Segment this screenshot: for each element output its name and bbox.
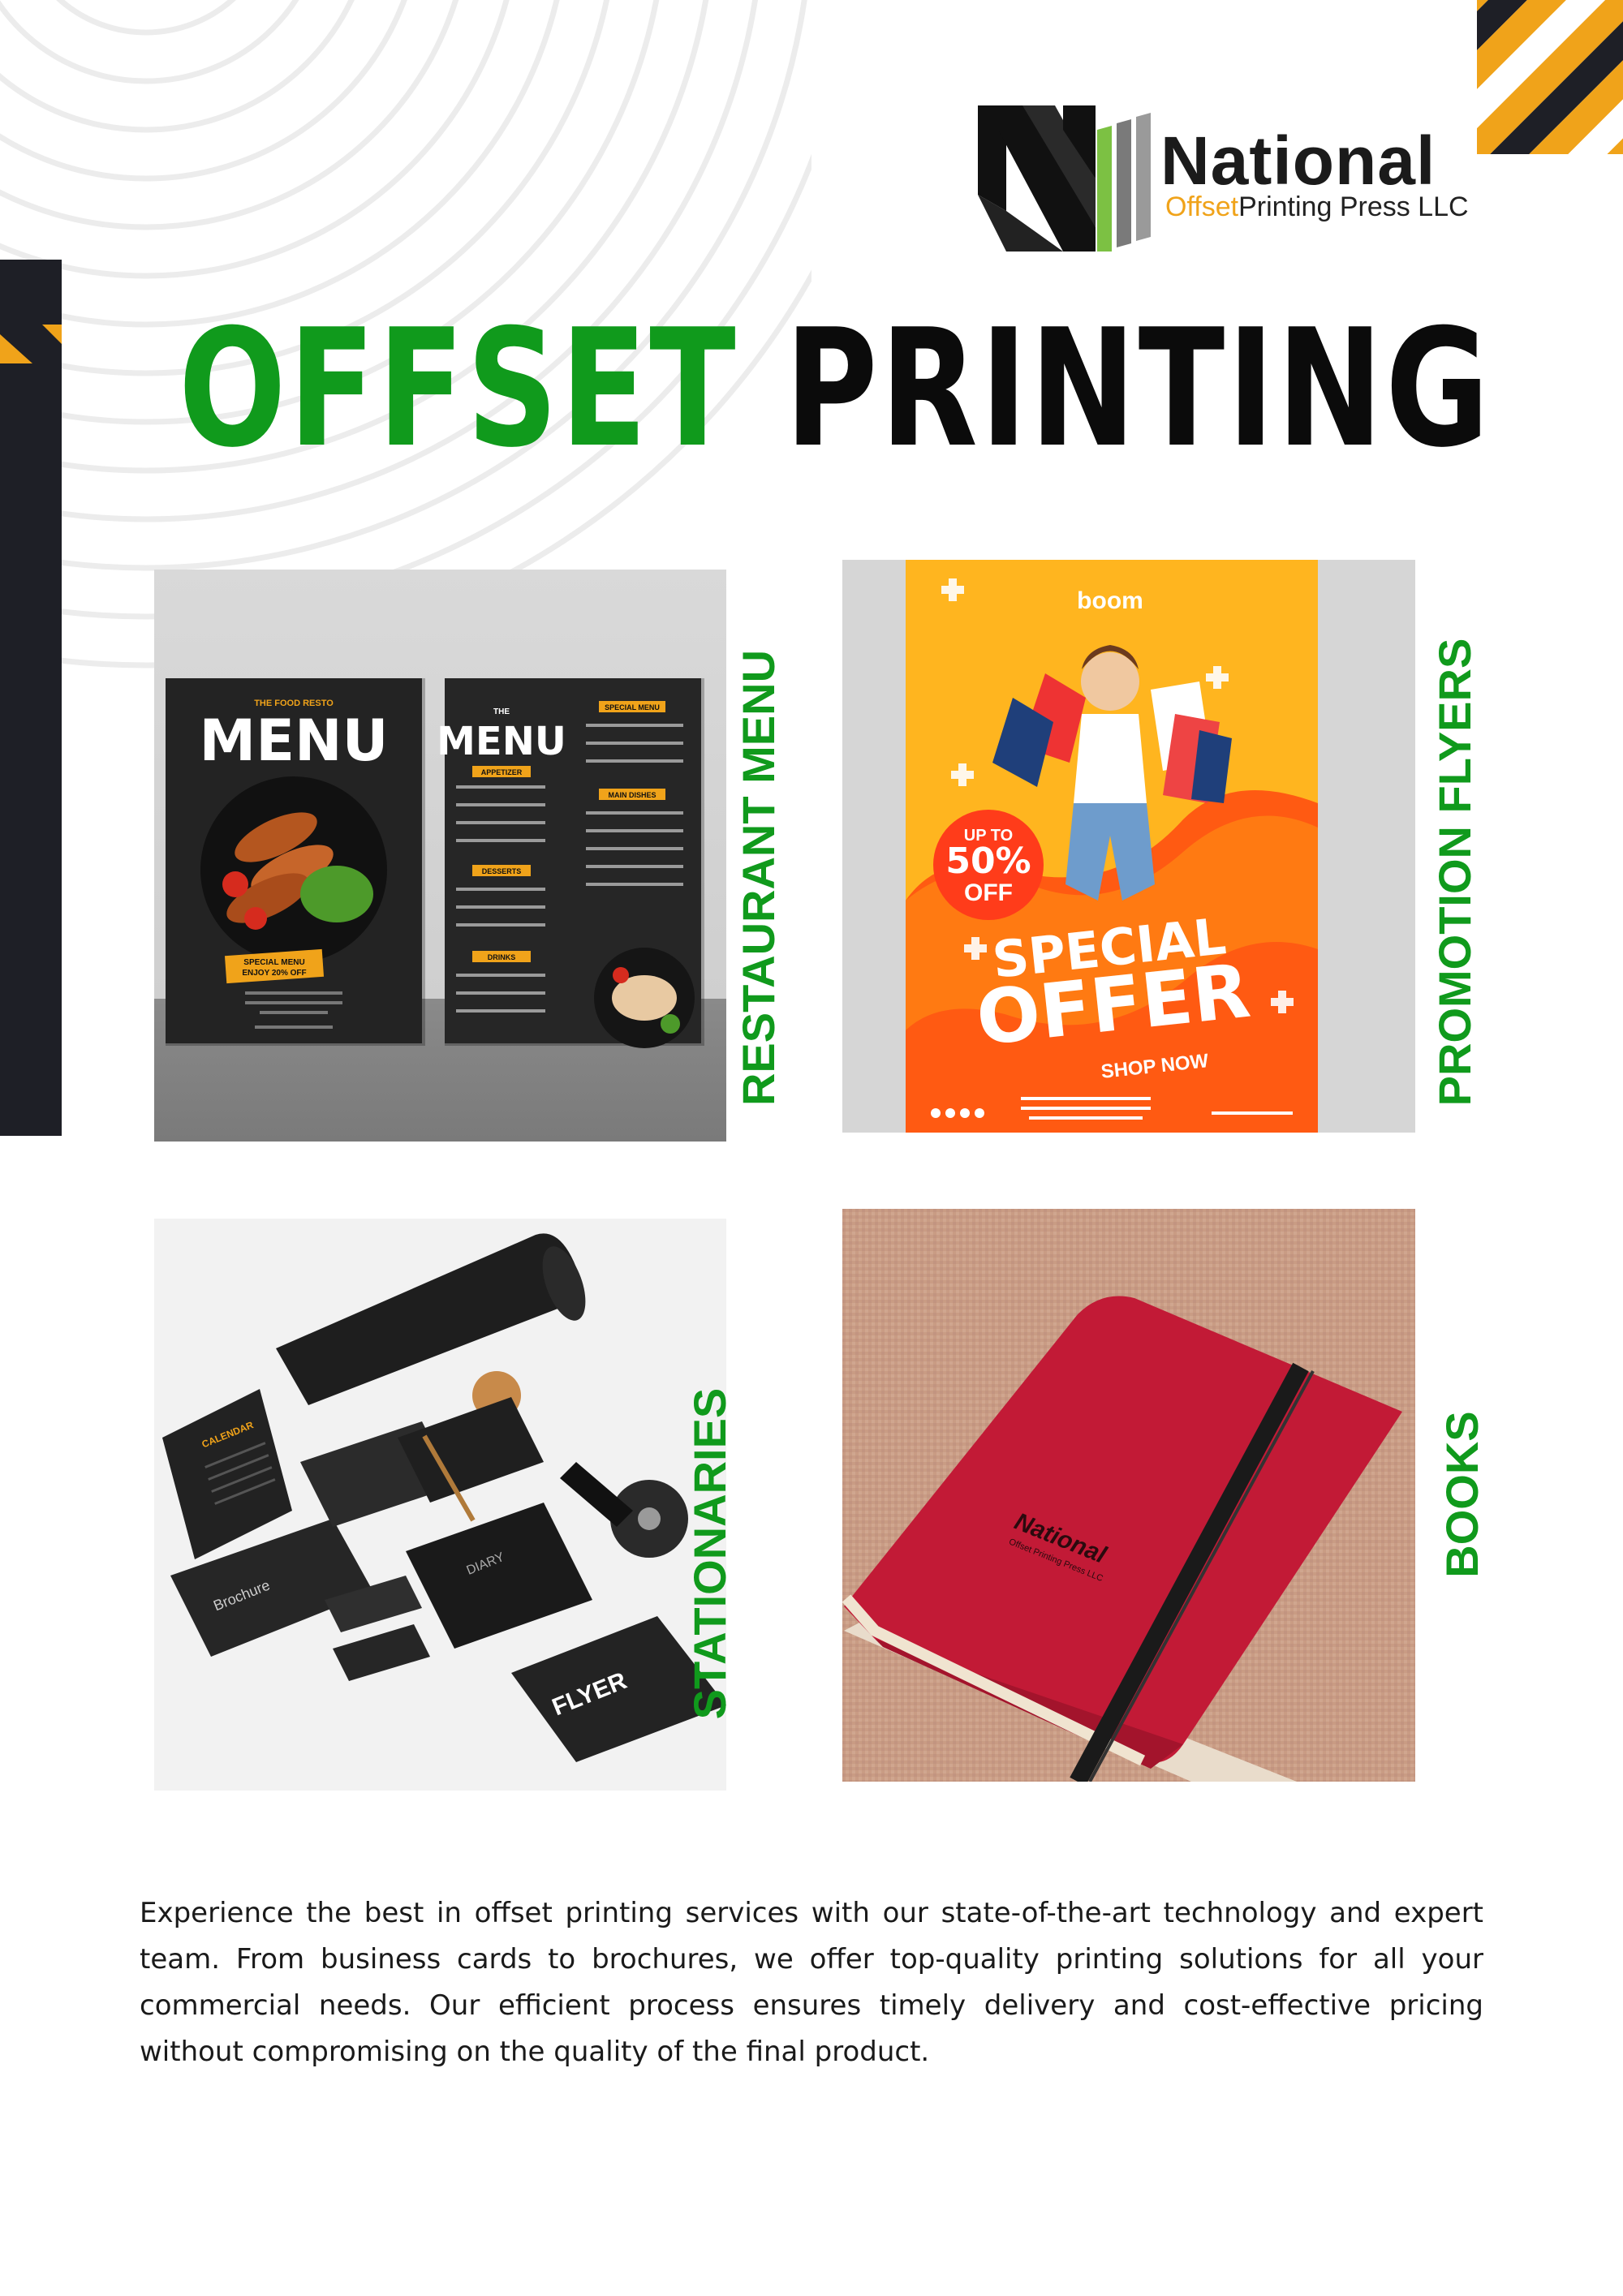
- stationaries-illustration: CALENDAR Brochure DIARY FLYER: [154, 1219, 726, 1791]
- menu-right-h3: MAIN DISHES: [608, 791, 656, 799]
- flyer-off: OFF: [964, 879, 1013, 906]
- flyer-percent: 50%: [945, 841, 1031, 882]
- restaurant-menu-illustration: THE FOOD RESTO MENU SPECIAL MENU ENJOY 2…: [166, 678, 704, 1048]
- promotion-flyer-image: boom UP TO 50% OFF SPECIAL OFFER SHOP NO…: [842, 560, 1415, 1133]
- menu-right-title: MENU: [437, 719, 566, 764]
- book-illustration: National Offset Printing Press LLC: [842, 1209, 1415, 1782]
- label-restaurant-menu: RESTAURANT MENU: [733, 649, 784, 1107]
- menu-right-h4: DESSERTS: [482, 867, 522, 875]
- left-dark-bar-decoration: [0, 260, 62, 1136]
- label-books: BOOKS: [1436, 1411, 1487, 1578]
- logo-tagline: OffsetPrinting Press LLC: [1165, 191, 1469, 223]
- flyer-brand: boom: [1077, 587, 1143, 614]
- yellow-triangle-decoration: [0, 325, 62, 363]
- corner-stripes-decoration: [1477, 0, 1623, 154]
- logo-tagline-rest: Printing Press LLC: [1238, 191, 1469, 222]
- menu-right-h2: SPECIAL MENU: [605, 703, 660, 712]
- brand-logo: National OffsetPrinting Press LLC: [974, 89, 1469, 260]
- title-word-offset: OFFSET: [179, 295, 738, 484]
- menu-left-promo2: ENJOY 20% OFF: [242, 969, 306, 978]
- menu-right-h1: APPETIZER: [481, 768, 523, 776]
- menu-left-title: MENU: [200, 707, 389, 774]
- label-promotion-flyers: PROMOTION FLYERS: [1429, 638, 1480, 1107]
- menu-left-promo1: SPECIAL MENU: [243, 958, 304, 967]
- logo-brand-name: National: [1160, 123, 1436, 199]
- stationaries-image: CALENDAR Brochure DIARY FLYER: [154, 1219, 726, 1791]
- logo-tagline-offset: Offset: [1165, 191, 1239, 222]
- promotion-flyer-illustration: boom UP TO 50% OFF SPECIAL OFFER SHOP NO…: [842, 560, 1415, 1133]
- title-word-printing: PRINTING: [785, 295, 1492, 484]
- menu-right-top: THE: [493, 707, 510, 716]
- label-stationaries: STATIONARIES: [684, 1387, 735, 1720]
- page-title: OFFSET PRINTING: [179, 300, 1489, 479]
- books-image: National Offset Printing Press LLC: [842, 1209, 1415, 1782]
- menu-right-h5: DRINKS: [488, 953, 516, 961]
- description-paragraph: Experience the best in offset printing s…: [140, 1897, 1483, 2068]
- restaurant-menu-image: THE FOOD RESTO MENU SPECIAL MENU ENJOY 2…: [154, 570, 726, 1142]
- logo-mark-icon: [978, 105, 1151, 252]
